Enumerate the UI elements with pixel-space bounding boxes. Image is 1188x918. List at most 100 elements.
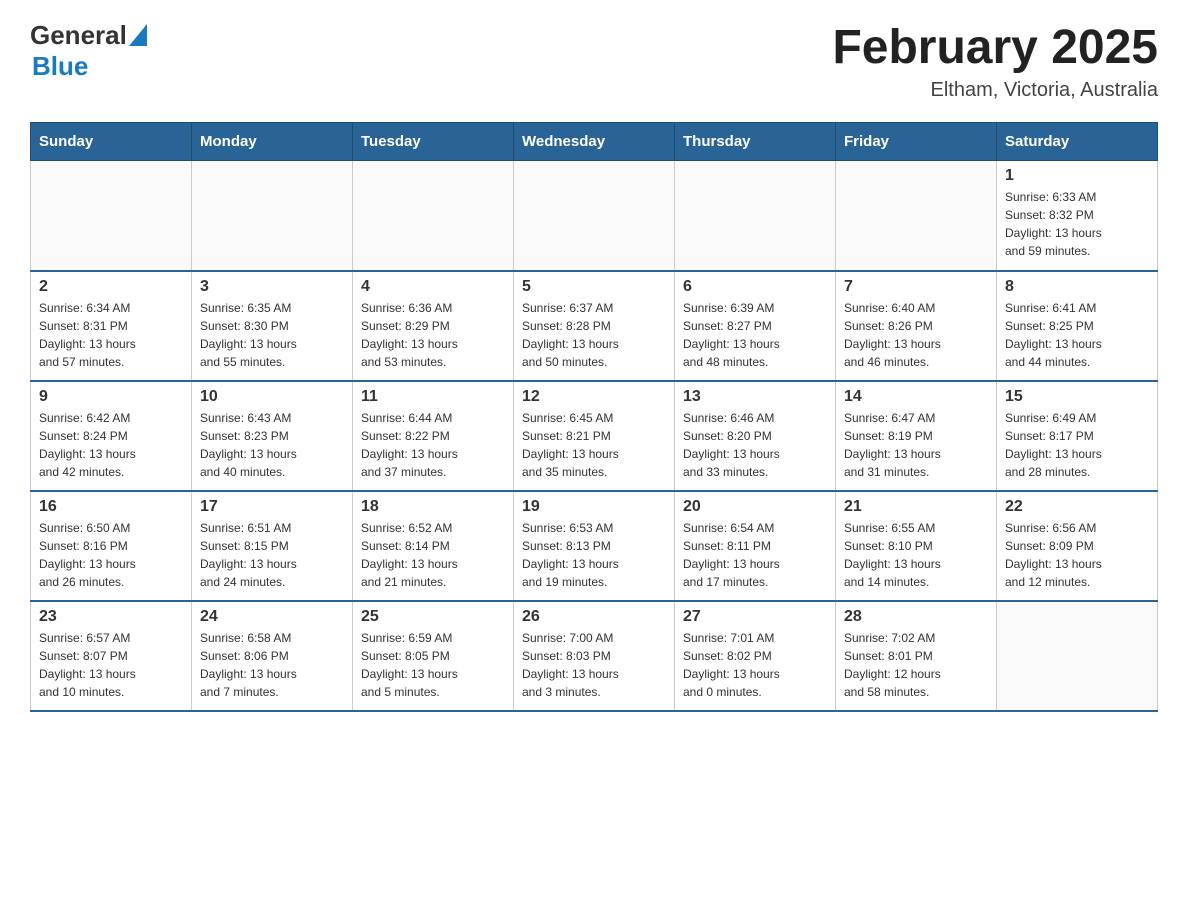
day-number: 26	[522, 608, 666, 626]
calendar-cell: 8 Sunrise: 6:41 AM Sunset: 8:25 PM Daylig…	[997, 271, 1158, 381]
title-block: February 2025 Eltham, Victoria, Australi…	[832, 20, 1158, 102]
calendar-cell: 18 Sunrise: 6:52 AM Sunset: 8:14 PM Dayli…	[353, 491, 514, 601]
calendar-cell: 11 Sunrise: 6:44 AM Sunset: 8:22 PM Dayli…	[353, 381, 514, 491]
calendar-cell: 10 Sunrise: 6:43 AM Sunset: 8:23 PM Dayli…	[192, 381, 353, 491]
calendar-week-row: 9 Sunrise: 6:42 AM Sunset: 8:24 PM Daylig…	[31, 381, 1158, 491]
page-header: General Blue February 2025 Eltham, Victo…	[30, 20, 1158, 102]
logo-general-text: General	[30, 20, 127, 51]
sun-info: Sunrise: 6:55 AM Sunset: 8:10 PM Dayligh…	[844, 521, 941, 589]
calendar-cell: 1Sunrise: 6:33 AM Sunset: 8:32 PM Daylig…	[997, 161, 1158, 271]
calendar-cell: 9 Sunrise: 6:42 AM Sunset: 8:24 PM Daylig…	[31, 381, 192, 491]
sun-info: Sunrise: 6:50 AM Sunset: 8:16 PM Dayligh…	[39, 521, 136, 589]
sun-info: Sunrise: 6:40 AM Sunset: 8:26 PM Dayligh…	[844, 301, 941, 369]
day-number: 21	[844, 498, 988, 516]
day-number: 13	[683, 388, 827, 406]
day-number: 10	[200, 388, 344, 406]
day-number: 28	[844, 608, 988, 626]
calendar-week-row: 16 Sunrise: 6:50 AM Sunset: 8:16 PM Dayli…	[31, 491, 1158, 601]
weekday-header-thursday: Thursday	[675, 123, 836, 161]
calendar-cell	[353, 161, 514, 271]
sun-info: Sunrise: 6:45 AM Sunset: 8:21 PM Dayligh…	[522, 411, 619, 479]
calendar-cell	[514, 161, 675, 271]
day-number: 18	[361, 498, 505, 516]
day-number: 23	[39, 608, 183, 626]
sun-info: Sunrise: 6:41 AM Sunset: 8:25 PM Dayligh…	[1005, 301, 1102, 369]
calendar-week-row: 1Sunrise: 6:33 AM Sunset: 8:32 PM Daylig…	[31, 161, 1158, 271]
day-number: 24	[200, 608, 344, 626]
calendar-cell	[836, 161, 997, 271]
day-number: 14	[844, 388, 988, 406]
day-number: 22	[1005, 498, 1149, 516]
sun-info: Sunrise: 6:51 AM Sunset: 8:15 PM Dayligh…	[200, 521, 297, 589]
day-number: 12	[522, 388, 666, 406]
day-number: 7	[844, 278, 988, 296]
sun-info: Sunrise: 6:44 AM Sunset: 8:22 PM Dayligh…	[361, 411, 458, 479]
calendar-cell: 5 Sunrise: 6:37 AM Sunset: 8:28 PM Daylig…	[514, 271, 675, 381]
sun-info: Sunrise: 6:35 AM Sunset: 8:30 PM Dayligh…	[200, 301, 297, 369]
calendar-cell: 22 Sunrise: 6:56 AM Sunset: 8:09 PM Dayli…	[997, 491, 1158, 601]
weekday-header-monday: Monday	[192, 123, 353, 161]
weekday-header-tuesday: Tuesday	[353, 123, 514, 161]
calendar-cell: 25Sunrise: 6:59 AM Sunset: 8:05 PM Dayli…	[353, 601, 514, 711]
weekday-header-saturday: Saturday	[997, 123, 1158, 161]
day-number: 6	[683, 278, 827, 296]
sun-info: Sunrise: 7:02 AM Sunset: 8:01 PM Dayligh…	[844, 631, 941, 699]
day-number: 2	[39, 278, 183, 296]
weekday-header-wednesday: Wednesday	[514, 123, 675, 161]
sun-info: Sunrise: 6:34 AM Sunset: 8:31 PM Dayligh…	[39, 301, 136, 369]
sun-info: Sunrise: 6:39 AM Sunset: 8:27 PM Dayligh…	[683, 301, 780, 369]
calendar-cell: 26 Sunrise: 7:00 AM Sunset: 8:03 PM Dayli…	[514, 601, 675, 711]
logo-blue-text: Blue	[32, 51, 88, 81]
day-number: 15	[1005, 388, 1149, 406]
sun-info: Sunrise: 6:58 AM Sunset: 8:06 PM Dayligh…	[200, 631, 297, 699]
calendar-cell: 17 Sunrise: 6:51 AM Sunset: 8:15 PM Dayli…	[192, 491, 353, 601]
sun-info: Sunrise: 6:56 AM Sunset: 8:09 PM Dayligh…	[1005, 521, 1102, 589]
day-number: 16	[39, 498, 183, 516]
sun-info: Sunrise: 6:36 AM Sunset: 8:29 PM Dayligh…	[361, 301, 458, 369]
weekday-header-row: SundayMondayTuesdayWednesdayThursdayFrid…	[31, 123, 1158, 161]
sun-info: Sunrise: 6:57 AM Sunset: 8:07 PM Dayligh…	[39, 631, 136, 699]
calendar-week-row: 2 Sunrise: 6:34 AM Sunset: 8:31 PM Daylig…	[31, 271, 1158, 381]
location-subtitle: Eltham, Victoria, Australia	[832, 79, 1158, 102]
calendar-cell: 24 Sunrise: 6:58 AM Sunset: 8:06 PM Dayli…	[192, 601, 353, 711]
calendar-cell: 20Sunrise: 6:54 AM Sunset: 8:11 PM Dayli…	[675, 491, 836, 601]
day-number: 20	[683, 498, 827, 516]
calendar-cell: 28 Sunrise: 7:02 AM Sunset: 8:01 PM Dayli…	[836, 601, 997, 711]
calendar-cell: 12 Sunrise: 6:45 AM Sunset: 8:21 PM Dayli…	[514, 381, 675, 491]
sun-info: Sunrise: 6:43 AM Sunset: 8:23 PM Dayligh…	[200, 411, 297, 479]
sun-info: Sunrise: 6:49 AM Sunset: 8:17 PM Dayligh…	[1005, 411, 1102, 479]
sun-info: Sunrise: 6:42 AM Sunset: 8:24 PM Dayligh…	[39, 411, 136, 479]
calendar-cell: 13Sunrise: 6:46 AM Sunset: 8:20 PM Dayli…	[675, 381, 836, 491]
calendar-cell: 23 Sunrise: 6:57 AM Sunset: 8:07 PM Dayli…	[31, 601, 192, 711]
calendar-cell: 6 Sunrise: 6:39 AM Sunset: 8:27 PM Daylig…	[675, 271, 836, 381]
calendar-cell: 21 Sunrise: 6:55 AM Sunset: 8:10 PM Dayli…	[836, 491, 997, 601]
calendar-cell	[997, 601, 1158, 711]
calendar-cell	[31, 161, 192, 271]
calendar-cell	[675, 161, 836, 271]
calendar-table: SundayMondayTuesdayWednesdayThursdayFrid…	[30, 122, 1158, 712]
calendar-cell: 14 Sunrise: 6:47 AM Sunset: 8:19 PM Dayli…	[836, 381, 997, 491]
calendar-cell: 4 Sunrise: 6:36 AM Sunset: 8:29 PM Daylig…	[353, 271, 514, 381]
day-number: 5	[522, 278, 666, 296]
sun-info: Sunrise: 7:01 AM Sunset: 8:02 PM Dayligh…	[683, 631, 780, 699]
calendar-cell	[192, 161, 353, 271]
day-number: 11	[361, 388, 505, 406]
day-number: 19	[522, 498, 666, 516]
calendar-cell: 16 Sunrise: 6:50 AM Sunset: 8:16 PM Dayli…	[31, 491, 192, 601]
sun-info: Sunrise: 7:00 AM Sunset: 8:03 PM Dayligh…	[522, 631, 619, 699]
sun-info: Sunrise: 6:52 AM Sunset: 8:14 PM Dayligh…	[361, 521, 458, 589]
calendar-cell: 3Sunrise: 6:35 AM Sunset: 8:30 PM Daylig…	[192, 271, 353, 381]
day-number: 8	[1005, 278, 1149, 296]
sun-info: Sunrise: 6:37 AM Sunset: 8:28 PM Dayligh…	[522, 301, 619, 369]
day-number: 4	[361, 278, 505, 296]
day-number: 25	[361, 608, 505, 626]
sun-info: Sunrise: 6:47 AM Sunset: 8:19 PM Dayligh…	[844, 411, 941, 479]
logo-triangle-icon	[129, 24, 147, 46]
sun-info: Sunrise: 6:33 AM Sunset: 8:32 PM Dayligh…	[1005, 190, 1102, 258]
day-number: 9	[39, 388, 183, 406]
day-number: 17	[200, 498, 344, 516]
calendar-cell: 7 Sunrise: 6:40 AM Sunset: 8:26 PM Daylig…	[836, 271, 997, 381]
logo: General Blue	[30, 20, 147, 82]
calendar-week-row: 23 Sunrise: 6:57 AM Sunset: 8:07 PM Dayli…	[31, 601, 1158, 711]
calendar-cell: 15 Sunrise: 6:49 AM Sunset: 8:17 PM Dayli…	[997, 381, 1158, 491]
